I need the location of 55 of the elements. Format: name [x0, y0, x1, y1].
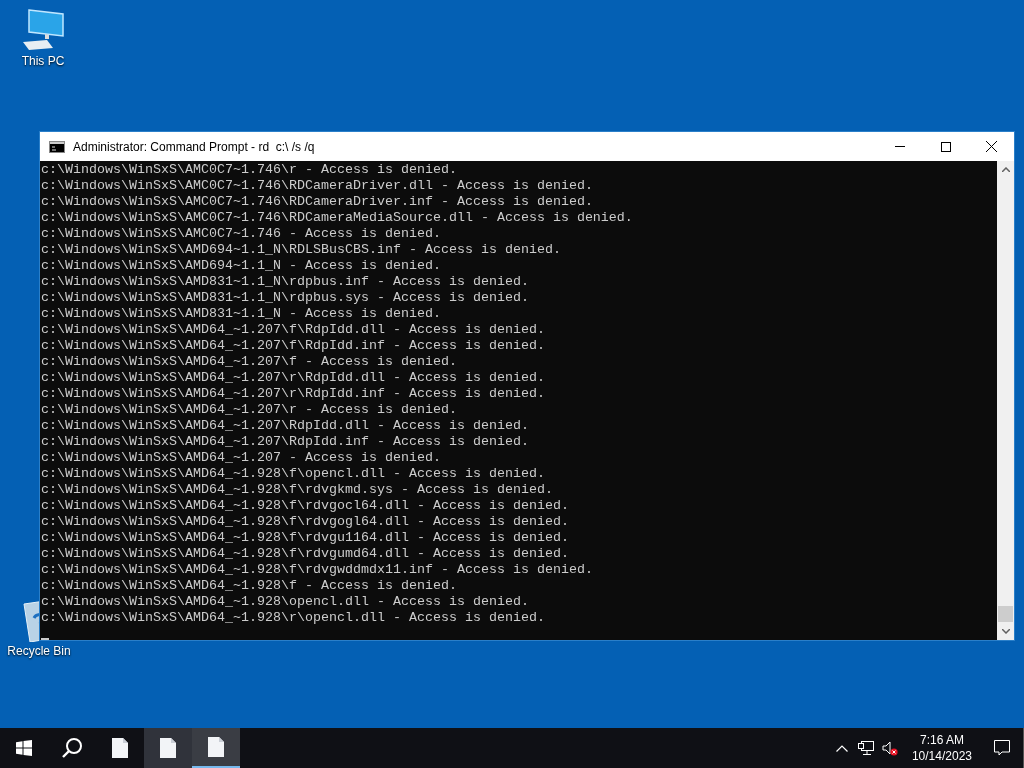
speech-bubble-icon [993, 740, 1010, 756]
console-line: c:\Windows\WinSxS\AMD64_~1.207 - Access is denied. [41, 450, 442, 466]
console-line: c:\Windows\WinSxS\AMC0C7~1.746 - Access is denied. [41, 226, 442, 242]
console-line: c:\Windows\WinSxS\AMD64_~1.207\f\RdpIdd.dll - Access is denied. [41, 322, 546, 338]
console-line: c:\Windows\WinSxS\AMD831~1.1_N\rdpbus.sys - Access is denied. [41, 290, 530, 306]
console-line: c:\Windows\WinSxS\AMD64_~1.207\f\RdpIdd.inf - Access is denied. [41, 338, 546, 354]
console-line: c:\Windows\WinSxS\AMD64_~1.928\r\opencl.dll - Access is denied. [41, 610, 546, 626]
document-icon [208, 737, 224, 757]
console-line: c:\Windows\WinSxS\AMD64_~1.207\r\RdpIdd.inf - Access is denied. [41, 386, 546, 402]
console-line: c:\Windows\WinSxS\AMD64_~1.207\f - Access is denied. [41, 354, 458, 370]
console-line: c:\Windows\WinSxS\AMD831~1.1_N - Access is denied. [41, 306, 442, 322]
desktop-icon-label[interactable]: Recycle Bin [7, 644, 71, 658]
console-line: c:\Windows\WinSxS\AMC0C7~1.746\r - Access is denied. [41, 162, 458, 178]
taskbar-app-button[interactable] [144, 728, 192, 768]
console-line: c:\Windows\WinSxS\AMD64_~1.207\r - Access is denied. [41, 402, 458, 418]
clock[interactable]: 7:16 AM 10/14/2023 [901, 728, 980, 768]
console-line: c:\Windows\WinSxS\AMD64_~1.207\RdpIdd.inf - Access is denied. [41, 434, 530, 450]
minimize-icon [894, 146, 905, 147]
console-line: c:\Windows\WinSxS\AMD64_~1.207\r\RdpIdd.dll - Access is denied. [41, 370, 546, 386]
scrollbar[interactable] [997, 161, 1014, 640]
console-line: c:\Windows\WinSxS\AMC0C7~1.746\RDCameraDriver.dll - Access is denied. [41, 178, 594, 194]
document-icon [160, 738, 176, 758]
windows-logo-icon [16, 740, 32, 756]
console-line: c:\Windows\WinSxS\AMD694~1.1_N\RDLSBusCBS.inf - Access is denied. [41, 242, 562, 258]
window-title: Administrator: Command Prompt - rd c:\ /s /q [73, 139, 316, 154]
console-line: c:\Windows\WinSxS\AMD64_~1.928\f\opencl.dll - Access is denied. [41, 466, 546, 482]
console-line: c:\Windows\WinSxS\AMD64_~1.928\opencl.dll - Access is denied. [41, 594, 530, 610]
console-line: c:\Windows\WinSxS\AMD64_~1.928\f\rdvgumd64.dll - Access is denied. [41, 546, 570, 562]
console-line: c:\Windows\WinSxS\AMC0C7~1.746\RDCameraMediaSource.dll - Access is denied. [41, 210, 634, 226]
speaker-icon[interactable] [881, 740, 898, 756]
search-icon [61, 737, 83, 759]
document-icon [112, 738, 128, 758]
console-line: c:\Windows\WinSxS\AMC0C7~1.746\RDCameraDriver.inf - Access is denied. [41, 194, 594, 210]
scroll-up-icon[interactable] [1001, 167, 1010, 172]
console-line: c:\Windows\WinSxS\AMD64_~1.928\f - Access is denied. [41, 578, 458, 594]
terminal-icon [49, 140, 65, 153]
text-cursor [41, 638, 49, 640]
console-line: c:\Windows\WinSxS\AMD694~1.1_N - Access is denied. [41, 258, 442, 274]
clock-time: 7:16 AM [919, 732, 964, 748]
close-icon [986, 141, 997, 152]
console-line: c:\Windows\WinSxS\AMD64_~1.207\RdpIdd.dll - Access is denied. [41, 418, 530, 434]
taskbar-app-button[interactable] [192, 728, 240, 768]
desktop-icon-label[interactable]: This PC [21, 54, 65, 68]
scroll-down-icon[interactable] [1001, 629, 1010, 634]
scrollbar-thumb[interactable] [998, 606, 1013, 622]
console-line: c:\Windows\WinSxS\AMD64_~1.928\f\rdvgu1164.dll - Access is denied. [41, 530, 570, 546]
maximize-icon [940, 141, 951, 152]
chevron-up-icon[interactable] [835, 744, 848, 752]
network-icon[interactable] [857, 740, 874, 756]
console-line: c:\Windows\WinSxS\AMD64_~1.928\f\rdvgwddmdx11.inf - Access is denied. [41, 562, 594, 578]
console-line: c:\Windows\WinSxS\AMD64_~1.928\f\rdvgocl64.dll - Access is denied. [41, 498, 570, 514]
console-line: c:\Windows\WinSxS\AMD831~1.1_N\rdpbus.inf - Access is denied. [41, 274, 530, 290]
console-line: c:\Windows\WinSxS\AMD64_~1.928\f\rdvgogl64.dll - Access is denied. [41, 514, 570, 530]
clock-date: 10/14/2023 [911, 748, 972, 764]
console-line: c:\Windows\WinSxS\AMD64_~1.928\f\rdvgkmd.sys - Access is denied. [41, 482, 554, 498]
